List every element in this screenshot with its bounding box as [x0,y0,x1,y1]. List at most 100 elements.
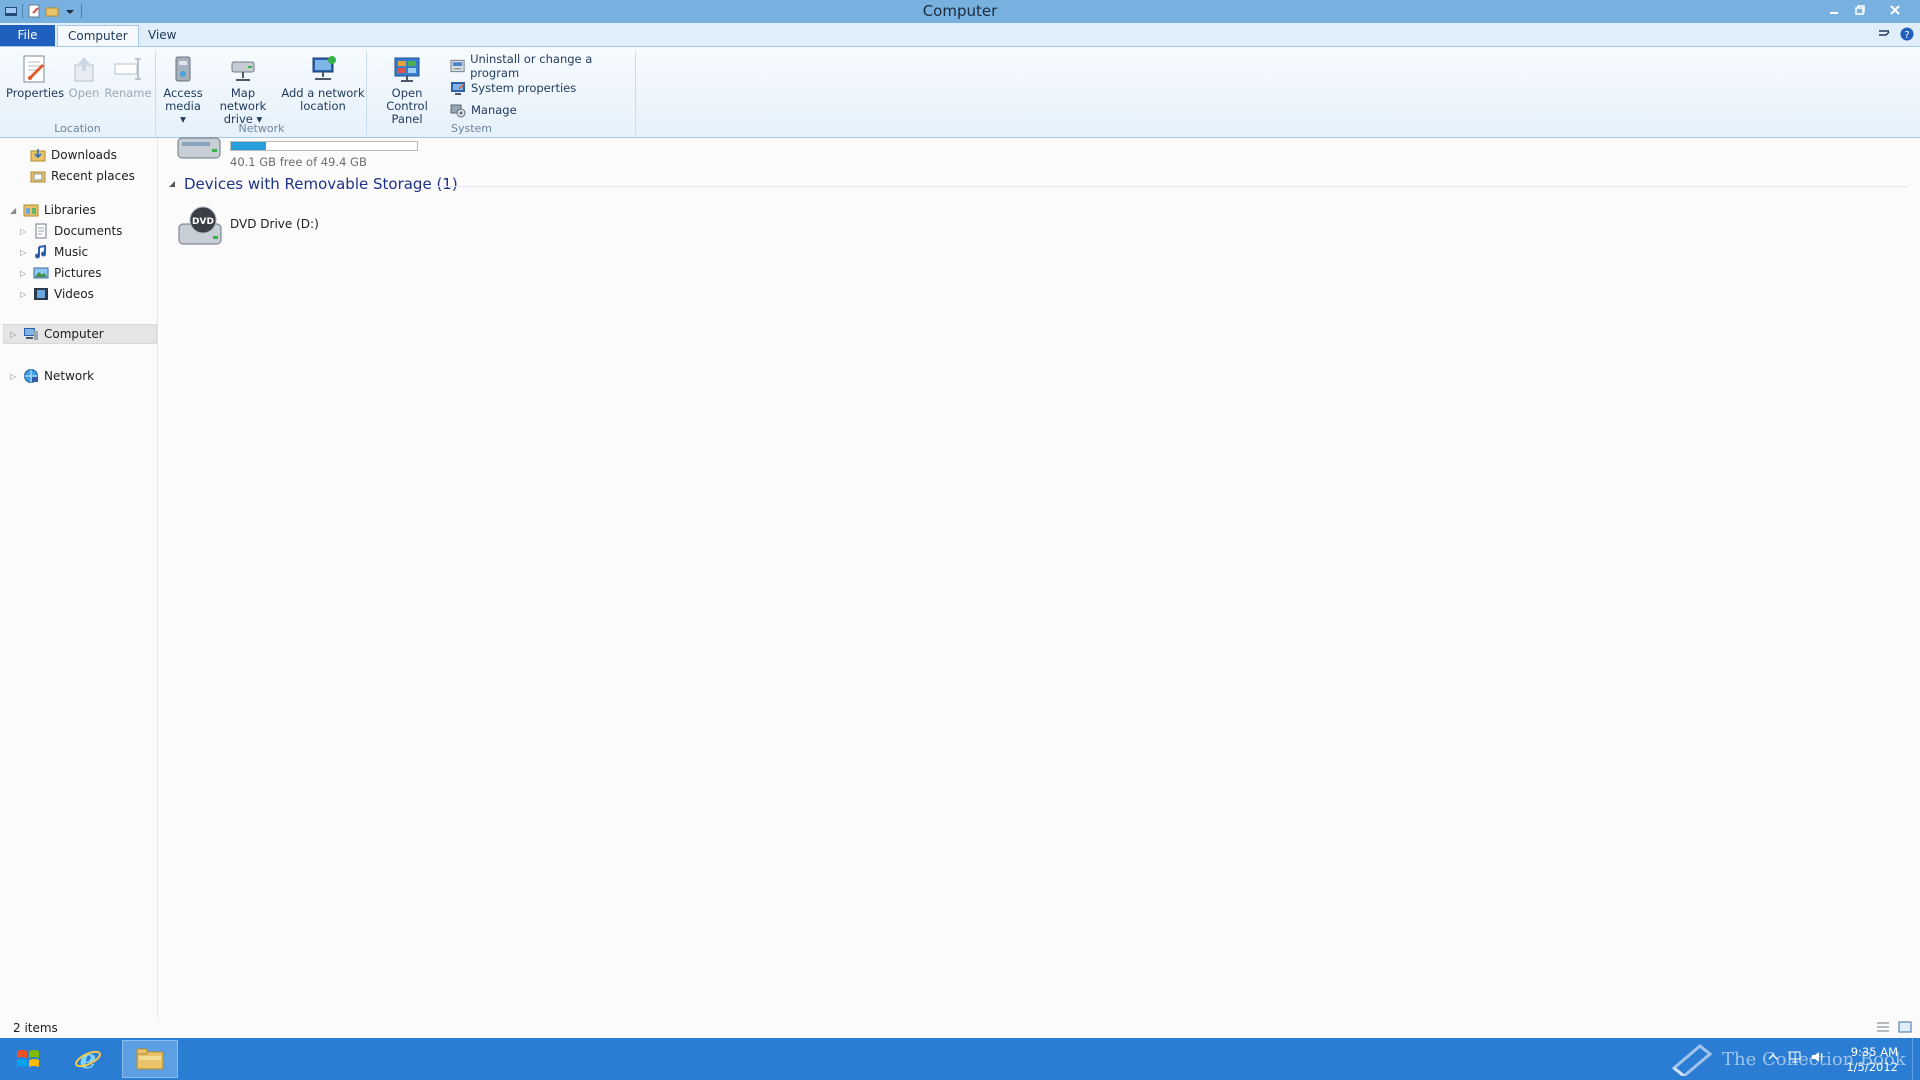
add-network-location-button[interactable]: Add a network location [281,53,365,113]
access-media-button[interactable]: Access media ▾ [161,53,205,126]
expand-arrow-icon[interactable]: ▷ [20,227,28,236]
minimize-icon [1830,12,1838,14]
nav-item-music[interactable]: ▷ Music [20,242,88,262]
item-count: 2 items [13,1021,58,1035]
ribbon-collapse-icon [1879,30,1890,36]
removable-storage-group-header[interactable]: Devices with Removable Storage (1) [168,175,458,193]
status-bar: 2 items [0,1018,1920,1038]
manage-button[interactable]: Manage [450,101,517,119]
svg-text:?: ? [1904,30,1909,41]
chevron-up-icon [1768,1053,1778,1060]
start-button[interactable] [0,1040,56,1078]
capacity-fill [231,142,267,150]
nav-item-downloads[interactable]: Downloads [30,145,117,165]
show-desktop-button[interactable] [1912,1038,1920,1080]
dvd-drive-icon: DVD [178,206,222,245]
nav-item-computer[interactable]: ▷ Computer [3,324,157,344]
restore-icon [1855,5,1865,15]
volume-button[interactable] [1810,1050,1824,1064]
speaker-icon [1812,1052,1823,1062]
nav-item-documents[interactable]: ▷ Documents [20,221,122,241]
map-drive-label-1: Map network [219,86,267,113]
show-hidden-icons-button[interactable] [1766,1050,1780,1064]
book-watermark-icon [1671,1044,1713,1076]
clock[interactable]: 9:35 AM 1/5/2012 [1846,1045,1898,1075]
music-icon [33,244,49,260]
uninstall-label: Uninstall or change a program [470,52,593,80]
clock-date: 1/5/2012 [1846,1060,1898,1074]
open-button[interactable]: Open [64,53,104,100]
navigation-pane: Downloads Recent places ◢ Libraries ▷ Do… [0,138,158,1018]
map-network-drive-button[interactable]: Map network drive ▾ [207,53,279,126]
minimize-button[interactable] [1822,1,1846,19]
tab-file[interactable]: File [0,25,55,46]
capacity-bar [230,141,418,151]
nav-label-documents: Documents [54,224,123,238]
ribbon: Properties Open Rename Location Access m… [0,46,1920,138]
title-bar: Computer [0,0,1920,23]
help-icon: ? [1900,27,1914,41]
windows-logo-icon [17,1050,39,1067]
properties-button[interactable]: Properties [6,53,64,100]
local-disk-item[interactable]: 40.1 GB free of 49.4 GB [176,134,418,169]
nav-label-downloads: Downloads [51,148,117,162]
free-space-text: 40.1 GB free of 49.4 GB [230,155,367,169]
rename-button[interactable]: Rename [104,53,152,100]
uninstall-program-icon [450,59,465,73]
access-media-label-1: Access [163,86,203,100]
dvd-badge-text: DVD [192,217,214,227]
nav-label-network: Network [44,369,95,383]
nav-label-computer: Computer [44,327,104,341]
nav-item-videos[interactable]: ▷ Videos [20,284,94,304]
open-icon [74,57,94,82]
tab-view[interactable]: View [138,25,186,46]
close-button[interactable] [1880,1,1910,19]
expand-arrow-icon[interactable]: ▷ [10,372,18,381]
manage-label: Manage [471,103,517,117]
details-view-button[interactable] [1876,1021,1890,1033]
add-network-location-icon [312,56,336,80]
dvd-drive-item[interactable]: DVD DVD Drive (D:) [176,204,319,252]
expand-arrow-icon[interactable]: ▷ [20,269,28,278]
details-view-icon [1877,1022,1889,1032]
restore-button[interactable] [1848,1,1872,19]
nav-item-libraries[interactable]: ◢ Libraries [10,200,96,220]
open-control-panel-button[interactable]: Open Control Panel [371,53,443,126]
network-tray-button[interactable] [1788,1050,1802,1064]
internet-explorer-button[interactable]: e [60,1040,116,1078]
collapse-arrow-icon[interactable]: ◢ [10,206,18,215]
taskbar: e The Collection Book 9:35 AM 1/5/2012 [0,1038,1920,1080]
file-explorer-button[interactable] [122,1040,178,1078]
expand-arrow-icon[interactable]: ▷ [20,290,28,299]
add-location-label-2: location [300,99,346,113]
nav-item-network[interactable]: ▷ Network [10,366,94,386]
dvd-drive-label: DVD Drive (D:) [230,217,319,231]
expand-arrow-icon[interactable]: ▷ [10,330,18,339]
pictures-icon [33,265,49,281]
map-network-drive-icon [231,61,255,81]
nav-item-pictures[interactable]: ▷ Pictures [20,263,102,283]
minimize-ribbon-button[interactable] [1877,27,1891,41]
help-button[interactable]: ? [1900,27,1914,41]
control-panel-label-1: Open Control [386,86,428,113]
large-icons-view-button[interactable] [1898,1021,1912,1033]
location-group: Properties Open Rename Location [0,51,156,135]
svg-text:e: e [80,1045,97,1074]
window-title: Computer [922,2,998,20]
network-icon [23,368,39,384]
large-icons-view-icon [1898,1021,1912,1033]
rename-label: Rename [104,86,152,100]
open-label: Open [68,86,100,100]
content-pane: 40.1 GB free of 49.4 GB Devices with Rem… [160,137,1920,1018]
uninstall-program-button[interactable]: Uninstall or change a program [450,52,635,80]
nav-label-pictures: Pictures [54,266,102,280]
tab-computer[interactable]: Computer [57,25,139,47]
ribbon-tab-bar: File Computer View ? [0,23,1920,47]
nav-item-recent-places[interactable]: Recent places [30,166,135,186]
expand-arrow-icon[interactable]: ▷ [20,248,28,257]
folder-icon [136,1048,164,1070]
system-properties-button[interactable]: System properties [450,79,576,97]
network-tray-icon [1789,1051,1801,1063]
system-properties-icon [451,82,465,95]
nav-label-videos: Videos [54,287,94,301]
